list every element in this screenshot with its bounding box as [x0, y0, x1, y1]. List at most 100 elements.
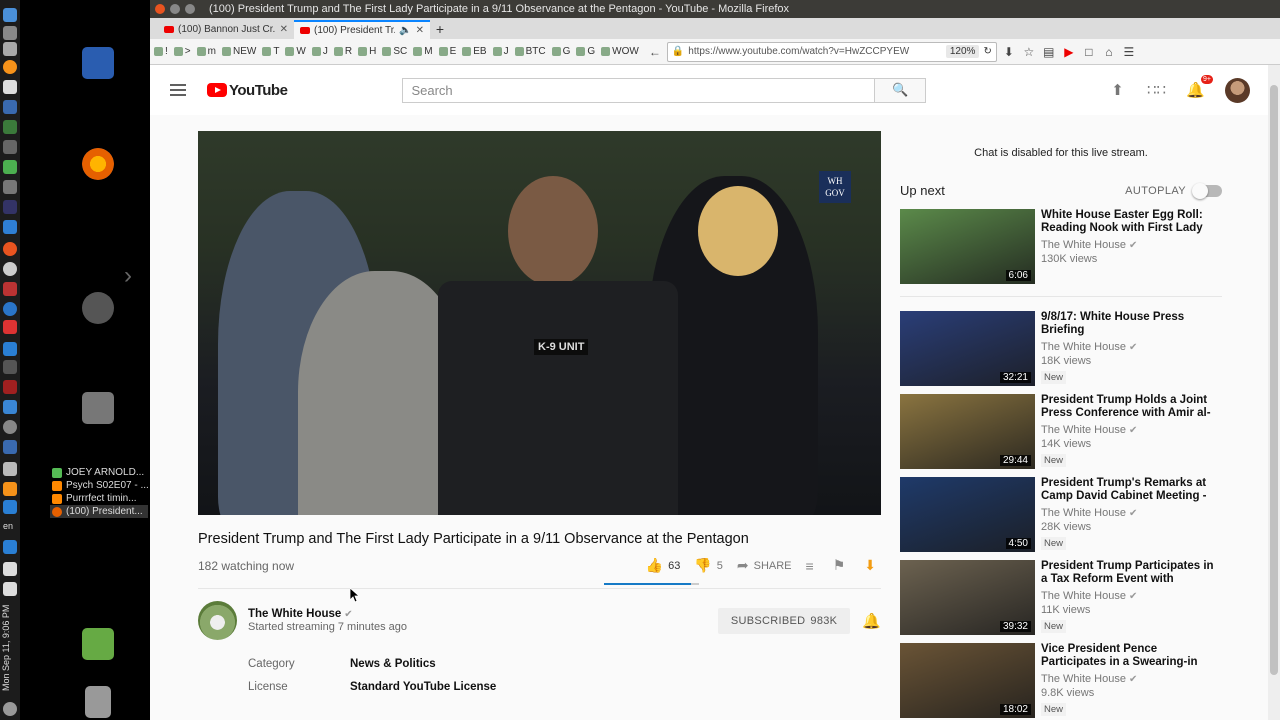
- bookmark-item[interactable]: J: [492, 46, 509, 57]
- bitcoin-icon[interactable]: [3, 60, 17, 74]
- download-extension-button[interactable]: ⬇: [864, 557, 881, 574]
- new-tab-button[interactable]: +: [430, 20, 450, 39]
- app-icon[interactable]: [3, 100, 17, 114]
- download-icon[interactable]: ⬇: [999, 45, 1019, 59]
- recommendation-title[interactable]: President Trump Participates in a Tax Re…: [1041, 560, 1221, 586]
- app-icon[interactable]: [3, 462, 17, 476]
- atom-icon[interactable]: [3, 540, 17, 554]
- bookmark-item[interactable]: W: [285, 46, 306, 57]
- app-icon[interactable]: [3, 500, 17, 514]
- recommendation-item[interactable]: 32:21 9/8/17: White House Press Briefing T…: [900, 311, 1222, 386]
- app-icon[interactable]: [3, 400, 17, 414]
- app-icon[interactable]: [3, 360, 17, 374]
- recommendation-item[interactable]: 18:02 Vice President Pence Participates i…: [900, 643, 1222, 718]
- bookmark-item[interactable]: E: [438, 46, 456, 57]
- recommendation-title[interactable]: President Trump Holds a Joint Press Conf…: [1041, 394, 1221, 420]
- video-thumbnail[interactable]: 32:21: [900, 311, 1035, 386]
- back-icon[interactable]: ←: [645, 45, 665, 59]
- extension-icon[interactable]: □: [1079, 45, 1099, 59]
- report-button[interactable]: ⚑: [833, 557, 851, 574]
- filezilla-icon[interactable]: [3, 380, 17, 394]
- app-icon[interactable]: [3, 160, 17, 174]
- archive-icon[interactable]: [82, 392, 114, 424]
- video-thumbnail[interactable]: 39:32: [900, 560, 1035, 635]
- bookmark-item[interactable]: SC: [382, 46, 407, 57]
- zoom-level[interactable]: 120%: [945, 45, 980, 58]
- firefox-icon[interactable]: [82, 148, 114, 180]
- bookmark-item[interactable]: T: [262, 46, 279, 57]
- minimize-window-button[interactable]: [170, 4, 180, 14]
- task-item[interactable]: Psych S02E07 - ...: [50, 479, 148, 492]
- ubuntu-icon[interactable]: [3, 242, 17, 256]
- bookmark-item[interactable]: H: [358, 46, 376, 57]
- video-thumbnail[interactable]: 18:02: [900, 643, 1035, 718]
- bookmark-item[interactable]: EB: [462, 46, 487, 57]
- menu-icon[interactable]: ☰: [1119, 45, 1139, 59]
- recommendation-channel[interactable]: The White House ✔: [1041, 239, 1221, 251]
- subscribe-button[interactable]: SUBSCRIBED 983K: [717, 607, 851, 634]
- bookmark-item[interactable]: M: [413, 46, 433, 57]
- app-icon[interactable]: [3, 440, 17, 454]
- share-button[interactable]: ➦ SHARE: [737, 557, 792, 574]
- recommendation-channel[interactable]: The White House ✔: [1041, 673, 1221, 685]
- app-icon[interactable]: [3, 320, 17, 334]
- app-icon[interactable]: [3, 180, 17, 194]
- star-icon[interactable]: ☆: [1019, 45, 1039, 59]
- video-player[interactable]: K-9 UNIT WH GOV: [198, 131, 881, 515]
- account-avatar[interactable]: [1225, 77, 1250, 103]
- like-button[interactable]: 👍 63: [646, 557, 681, 574]
- recommendation-item[interactable]: 4:50 President Trump's Remarks at Camp Da…: [900, 477, 1222, 552]
- channel-avatar[interactable]: [198, 601, 237, 640]
- chrome-icon[interactable]: [3, 302, 17, 316]
- video-thumbnail[interactable]: 6:06: [900, 209, 1035, 284]
- text-editor-icon[interactable]: [3, 80, 17, 94]
- app-icon[interactable]: [3, 220, 17, 234]
- spreadsheet-icon[interactable]: [3, 120, 17, 134]
- clock[interactable]: Mon Sep 11, 9:06 PM: [1, 598, 19, 698]
- maximize-window-button[interactable]: [185, 4, 195, 14]
- dislike-button[interactable]: 👎 5: [694, 557, 723, 574]
- upload-icon[interactable]: ⬆: [1108, 81, 1127, 100]
- bookmark-item[interactable]: NEW: [221, 46, 256, 57]
- recommendation-item[interactable]: 39:32 President Trump Participates in a T…: [900, 560, 1222, 635]
- app-icon[interactable]: [3, 42, 17, 56]
- app-icon[interactable]: [3, 482, 17, 496]
- trash-icon[interactable]: [85, 686, 111, 718]
- recommendation-channel[interactable]: The White House ✔: [1041, 590, 1221, 602]
- recommendation-item[interactable]: 29:44 President Trump Holds a Joint Press…: [900, 394, 1222, 469]
- app-icon[interactable]: [3, 420, 17, 434]
- app-icon[interactable]: [3, 26, 17, 40]
- power-icon[interactable]: [3, 702, 17, 716]
- wifi-icon[interactable]: [3, 582, 17, 596]
- settings-icon[interactable]: [82, 292, 114, 324]
- bookmark-item[interactable]: BTC: [514, 46, 546, 57]
- app-icon[interactable]: [3, 282, 17, 296]
- scrollbar-thumb[interactable]: [1270, 85, 1278, 675]
- recommendation-title[interactable]: 9/8/17: White House Press Briefing: [1041, 311, 1221, 337]
- reload-icon[interactable]: ↻: [983, 46, 991, 57]
- search-input[interactable]: [402, 77, 876, 103]
- metadata-value[interactable]: News & Politics: [350, 658, 436, 681]
- recommendation-title[interactable]: Vice President Pence Participates in a S…: [1041, 643, 1221, 669]
- atom-icon[interactable]: [3, 342, 17, 356]
- speaker-icon[interactable]: 🔈: [399, 25, 411, 36]
- youtube-logo[interactable]: YouTube: [207, 82, 288, 99]
- bookmark-item[interactable]: R: [333, 46, 352, 57]
- user-icon[interactable]: [82, 628, 114, 660]
- window-titlebar[interactable]: (100) President Trump and The First Lady…: [150, 0, 1280, 18]
- bell-icon[interactable]: 🔔 9+: [1186, 74, 1213, 100]
- channel-name[interactable]: The White House ✔: [248, 608, 407, 620]
- recommendation-title[interactable]: President Trump's Remarks at Camp David …: [1041, 477, 1221, 503]
- autoplay-toggle[interactable]: [1192, 182, 1222, 199]
- close-window-button[interactable]: [155, 4, 165, 14]
- video-thumbnail[interactable]: 4:50: [900, 477, 1035, 552]
- notification-bell-icon[interactable]: 🔔: [862, 612, 881, 630]
- recommendation-channel[interactable]: The White House ✔: [1041, 424, 1221, 436]
- bookmark-item[interactable]: WOW: [601, 46, 639, 57]
- recommendation-channel[interactable]: The White House ✔: [1041, 507, 1221, 519]
- bookmark-item[interactable]: !: [154, 46, 168, 57]
- app-icon[interactable]: [3, 140, 17, 154]
- youtube-icon[interactable]: ▶: [1059, 45, 1079, 59]
- app-icon[interactable]: [3, 262, 17, 276]
- add-to-playlist-button[interactable]: ≡: [806, 558, 819, 574]
